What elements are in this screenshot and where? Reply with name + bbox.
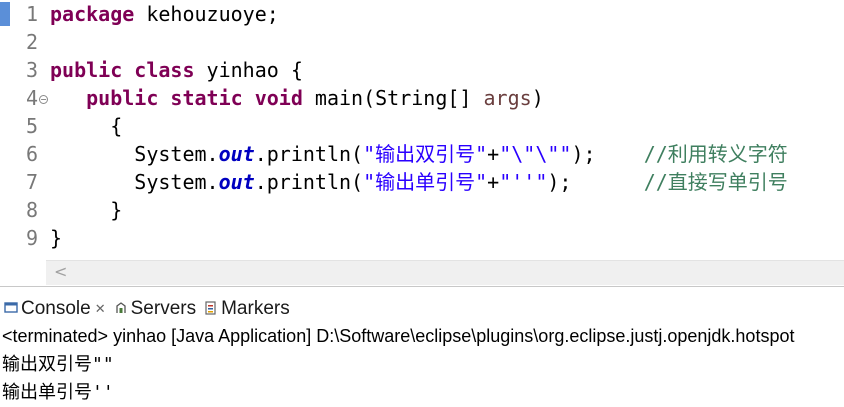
code-token: main(String[] <box>302 86 484 110</box>
code-token: package <box>50 2 135 26</box>
code-token: static <box>170 86 243 110</box>
fold-collapse-icon[interactable]: − <box>39 95 48 104</box>
code-token: class <box>134 58 195 82</box>
code-line[interactable]: 4− public static void main(String[] args… <box>10 84 844 112</box>
code-text: System.out.println("输出双引号"+"\"\""); //利用… <box>50 140 788 168</box>
tab-markers-label: Markers <box>221 298 290 319</box>
tab-markers[interactable]: Markers <box>200 295 294 323</box>
line-number: 1 <box>25 2 38 26</box>
panel-tabs: Console ✕ Servers Markers <box>0 295 294 323</box>
code-text: } <box>50 196 122 224</box>
code-token: System. <box>50 142 219 166</box>
code-token: "\"\"" <box>499 142 572 166</box>
close-icon[interactable]: ✕ <box>95 301 106 317</box>
code-text: System.out.println("输出单引号"+"''"); //直接写单… <box>50 168 788 196</box>
code-line[interactable]: 7 System.out.println("输出单引号"+"''"); //直接… <box>10 168 844 196</box>
code-token: ); <box>547 170 644 194</box>
process-status: <terminated> yinhao [Java Application] D… <box>2 326 795 346</box>
code-line[interactable]: 6 System.out.println("输出双引号"+"\"\""); //… <box>10 140 844 168</box>
code-token: kehouzuoye; <box>134 2 279 26</box>
line-number: 3 <box>25 58 38 82</box>
code-token: yinhao { <box>194 58 303 82</box>
code-line[interactable]: 9} <box>10 224 844 252</box>
code-token: .println( <box>254 142 364 166</box>
markers-icon <box>204 300 218 318</box>
code-token: "输出单引号" <box>363 170 488 194</box>
code-token: out <box>218 142 255 166</box>
code-line[interactable]: 8 } <box>10 196 844 224</box>
horizontal-scrollbar[interactable]: < <box>46 260 844 285</box>
code-text: } <box>50 224 62 252</box>
code-token: ); <box>571 142 644 166</box>
line-number: 9 <box>25 226 38 250</box>
code-lines[interactable]: 1 package kehouzuoye; 2 3 public class yinha… <box>10 0 844 252</box>
code-text: package kehouzuoye; <box>50 0 279 28</box>
code-token: void <box>254 86 303 110</box>
code-token: + <box>487 142 500 166</box>
scroll-left-icon[interactable]: < <box>54 262 67 281</box>
line-number: 7 <box>25 170 38 194</box>
code-token: public <box>86 86 159 110</box>
code-token: } <box>50 226 63 250</box>
output-line: 输出双引号"" <box>2 354 114 375</box>
console-panel: Console ✕ Servers Markers <terminated> y… <box>0 286 844 407</box>
line-number: 6 <box>25 142 38 166</box>
code-token: args <box>483 86 532 110</box>
code-token: { <box>50 114 123 138</box>
line-number: 4 <box>25 86 38 110</box>
output-line: 输出单引号'' <box>2 382 114 403</box>
code-token: "''" <box>499 170 548 194</box>
code-token: public <box>50 58 123 82</box>
code-line[interactable]: 5 { <box>10 112 844 140</box>
tab-servers-label: Servers <box>130 298 197 319</box>
servers-icon <box>114 301 128 318</box>
code-token: } <box>50 198 123 222</box>
overview-ruler <box>0 0 10 260</box>
tab-servers[interactable]: Servers <box>110 295 200 323</box>
code-token: + <box>487 170 500 194</box>
line-number: 8 <box>25 198 38 222</box>
line-number: 2 <box>25 30 38 54</box>
change-marker <box>0 2 10 26</box>
console-icon <box>4 301 18 318</box>
code-text: public class yinhao { <box>50 56 303 84</box>
code-text: public static void main(String[] args) <box>50 84 544 112</box>
code-token: System. <box>50 170 219 194</box>
line-number: 5 <box>25 114 38 138</box>
code-token: "输出双引号" <box>363 142 488 166</box>
code-token: //利用转义字符 <box>643 142 788 166</box>
code-line[interactable]: 1 package kehouzuoye; <box>10 0 844 28</box>
code-token: .println( <box>254 170 364 194</box>
code-line[interactable]: 3 public class yinhao { <box>10 56 844 84</box>
code-editor[interactable]: 1 package kehouzuoye; 2 3 public class yinha… <box>0 0 844 260</box>
tab-console[interactable]: Console ✕ <box>0 295 110 323</box>
code-token: ) <box>531 86 544 110</box>
console-output[interactable]: 输出双引号"" 输出单引号'' <box>2 351 114 407</box>
code-line[interactable]: 2 <box>10 28 844 56</box>
code-token: //直接写单引号 <box>643 170 788 194</box>
code-token: out <box>218 170 255 194</box>
code-text: { <box>50 112 122 140</box>
tab-console-label: Console <box>21 298 91 319</box>
